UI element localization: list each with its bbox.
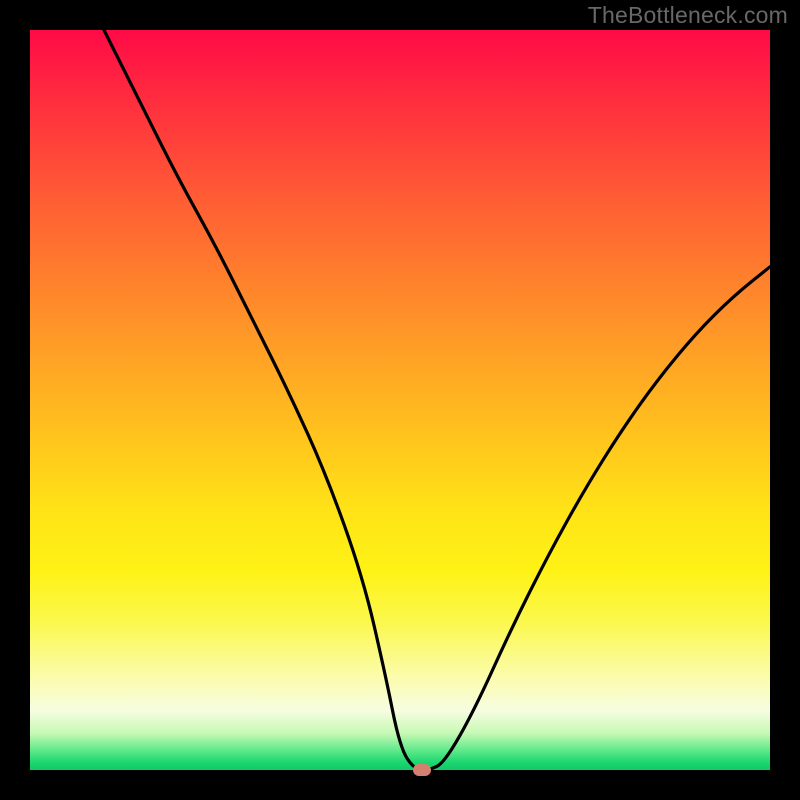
bottleneck-curve-path	[104, 30, 770, 770]
watermark-text: TheBottleneck.com	[588, 2, 788, 29]
optimum-marker	[413, 764, 431, 776]
chart-frame: TheBottleneck.com	[0, 0, 800, 800]
plot-area	[30, 30, 770, 770]
curve-svg	[30, 30, 770, 770]
